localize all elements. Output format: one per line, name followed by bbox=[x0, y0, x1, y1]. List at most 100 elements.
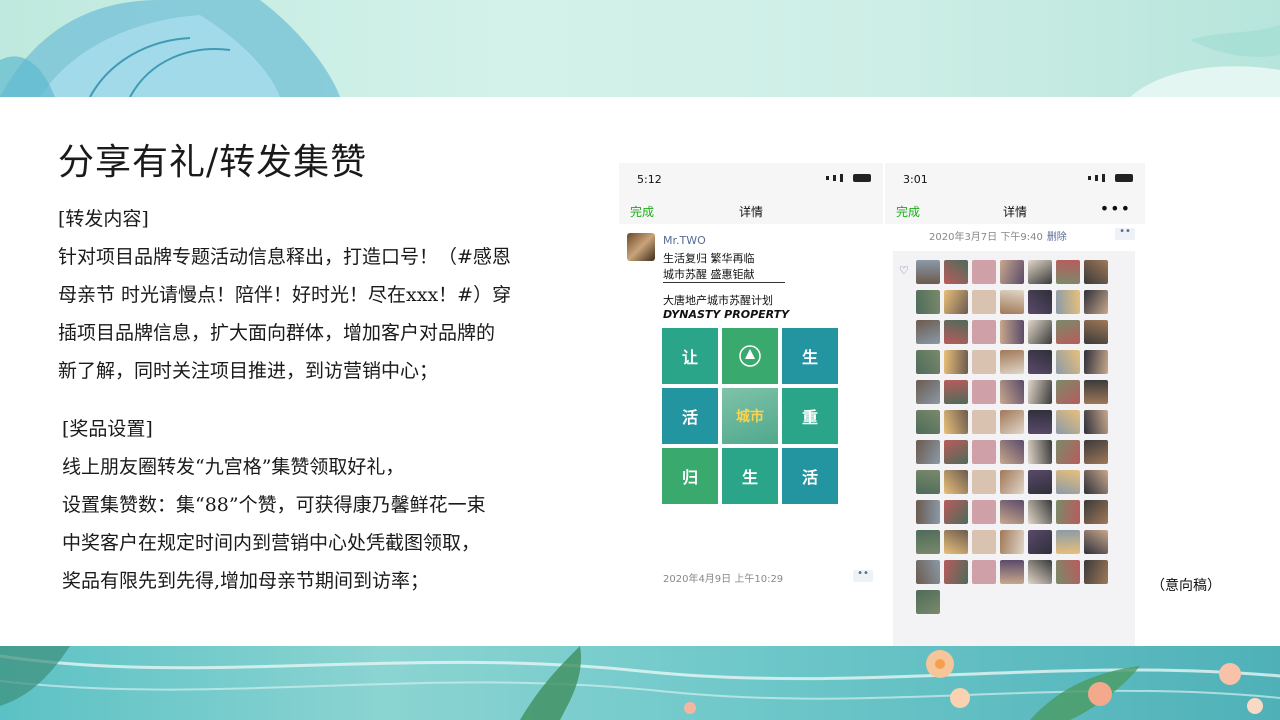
liker-avatar[interactable] bbox=[916, 500, 940, 524]
liker-avatar[interactable] bbox=[944, 440, 968, 464]
liker-avatar[interactable] bbox=[1028, 380, 1052, 404]
delete-link[interactable]: 删除 bbox=[1047, 232, 1067, 243]
liker-avatar[interactable] bbox=[1056, 350, 1080, 374]
date-text: 2020年3月7日 下午9:40 bbox=[929, 232, 1043, 243]
liker-avatar[interactable] bbox=[1000, 500, 1024, 524]
liker-avatar[interactable] bbox=[1056, 440, 1080, 464]
liker-avatar[interactable] bbox=[972, 290, 996, 314]
liker-avatar[interactable] bbox=[1000, 320, 1024, 344]
liker-avatar[interactable] bbox=[944, 560, 968, 584]
liker-avatar[interactable] bbox=[916, 440, 940, 464]
liker-avatar[interactable] bbox=[1056, 530, 1080, 554]
grid-image[interactable]: 活 bbox=[782, 448, 838, 504]
liker-avatar[interactable] bbox=[1084, 260, 1108, 284]
liker-avatar[interactable] bbox=[1028, 350, 1052, 374]
grid-image-logo[interactable] bbox=[722, 328, 778, 384]
liker-avatar[interactable] bbox=[916, 530, 940, 554]
liker-avatar[interactable] bbox=[944, 530, 968, 554]
liker-avatar[interactable] bbox=[1000, 440, 1024, 464]
liker-avatar[interactable] bbox=[944, 260, 968, 284]
liker-avatar[interactable] bbox=[916, 380, 940, 404]
avatar[interactable] bbox=[627, 233, 655, 261]
liker-avatar[interactable] bbox=[944, 290, 968, 314]
grid-image[interactable]: 重 bbox=[782, 388, 838, 444]
grid-image[interactable]: 让 bbox=[662, 328, 718, 384]
liker-avatar[interactable] bbox=[1028, 470, 1052, 494]
post-date: 2020年4月9日 上午10:29 bbox=[663, 574, 784, 585]
liker-avatar[interactable] bbox=[916, 290, 940, 314]
liker-avatar[interactable] bbox=[1000, 560, 1024, 584]
liker-avatar[interactable] bbox=[1084, 470, 1108, 494]
liker-avatar[interactable] bbox=[1000, 290, 1024, 314]
liker-avatar[interactable] bbox=[972, 470, 996, 494]
liker-avatar[interactable] bbox=[972, 560, 996, 584]
signal-wifi-battery-icon bbox=[1088, 174, 1133, 182]
grid-image[interactable]: 生 bbox=[722, 448, 778, 504]
liker-avatar[interactable] bbox=[1084, 320, 1108, 344]
liker-avatar[interactable] bbox=[972, 410, 996, 434]
draft-note: （意向稿） bbox=[1151, 578, 1221, 594]
liker-avatar[interactable] bbox=[916, 410, 940, 434]
liker-avatar[interactable] bbox=[1000, 260, 1024, 284]
liker-avatar[interactable] bbox=[972, 440, 996, 464]
comment-more-icon[interactable]: •• bbox=[853, 569, 873, 582]
liker-avatar[interactable] bbox=[972, 530, 996, 554]
liker-avatar[interactable] bbox=[1084, 500, 1108, 524]
liker-avatar[interactable] bbox=[972, 260, 996, 284]
liker-avatar[interactable] bbox=[944, 410, 968, 434]
post-author[interactable]: Mr.TWO bbox=[663, 234, 706, 247]
grid-image[interactable]: 生 bbox=[782, 328, 838, 384]
liker-avatar[interactable] bbox=[1056, 560, 1080, 584]
liker-avatar[interactable] bbox=[1056, 410, 1080, 434]
liker-avatar[interactable] bbox=[944, 350, 968, 374]
liker-avatar[interactable] bbox=[1084, 410, 1108, 434]
liker-avatar[interactable] bbox=[1028, 530, 1052, 554]
liker-avatar[interactable] bbox=[944, 470, 968, 494]
liker-avatar[interactable] bbox=[1084, 290, 1108, 314]
liker-avatar[interactable] bbox=[916, 260, 940, 284]
liker-avatar[interactable] bbox=[1084, 380, 1108, 404]
liker-avatar[interactable] bbox=[1084, 350, 1108, 374]
liker-avatar[interactable] bbox=[1056, 470, 1080, 494]
liker-avatar[interactable] bbox=[1056, 290, 1080, 314]
liker-avatar[interactable] bbox=[1056, 320, 1080, 344]
liker-avatar[interactable] bbox=[1056, 260, 1080, 284]
liker-avatar[interactable] bbox=[1000, 350, 1024, 374]
grid-image-center[interactable]: 城市 bbox=[722, 388, 778, 444]
header-decoration bbox=[0, 0, 1280, 97]
forward-line: 新了解，同时关注项目推进，到访营销中心； bbox=[58, 360, 439, 382]
liker-avatar[interactable] bbox=[916, 590, 940, 614]
liker-avatar[interactable] bbox=[1028, 320, 1052, 344]
liker-avatar[interactable] bbox=[972, 320, 996, 344]
liker-avatar[interactable] bbox=[916, 320, 940, 344]
liker-avatar[interactable] bbox=[1028, 440, 1052, 464]
comment-more-icon[interactable]: •• bbox=[1115, 227, 1135, 240]
liker-avatar[interactable] bbox=[1084, 560, 1108, 584]
liker-avatar[interactable] bbox=[1028, 410, 1052, 434]
liker-avatar[interactable] bbox=[1000, 470, 1024, 494]
grid-image[interactable]: 活 bbox=[662, 388, 718, 444]
liker-avatar[interactable] bbox=[1084, 440, 1108, 464]
liker-avatar[interactable] bbox=[916, 560, 940, 584]
liker-avatar[interactable] bbox=[1056, 500, 1080, 524]
liker-avatar[interactable] bbox=[944, 500, 968, 524]
prize-setting-block: [奖品设置] 线上朋友圈转发“九宫格”集赞领取好礼， 设置集赞数：集“88”个赞… bbox=[62, 410, 562, 600]
more-options-icon[interactable]: ••• bbox=[1100, 199, 1131, 218]
liker-avatar[interactable] bbox=[972, 350, 996, 374]
liker-avatar[interactable] bbox=[972, 500, 996, 524]
liker-avatar[interactable] bbox=[944, 380, 968, 404]
liker-avatar[interactable] bbox=[972, 380, 996, 404]
liker-avatar[interactable] bbox=[1028, 260, 1052, 284]
liker-avatar[interactable] bbox=[1028, 500, 1052, 524]
liker-avatar[interactable] bbox=[1028, 290, 1052, 314]
liker-avatar[interactable] bbox=[1000, 530, 1024, 554]
liker-avatar[interactable] bbox=[1000, 380, 1024, 404]
liker-avatar[interactable] bbox=[1028, 560, 1052, 584]
liker-avatar[interactable] bbox=[916, 350, 940, 374]
liker-avatar[interactable] bbox=[944, 320, 968, 344]
grid-image[interactable]: 归 bbox=[662, 448, 718, 504]
liker-avatar[interactable] bbox=[1000, 410, 1024, 434]
liker-avatar[interactable] bbox=[1056, 380, 1080, 404]
liker-avatar[interactable] bbox=[916, 470, 940, 494]
liker-avatar[interactable] bbox=[1084, 530, 1108, 554]
